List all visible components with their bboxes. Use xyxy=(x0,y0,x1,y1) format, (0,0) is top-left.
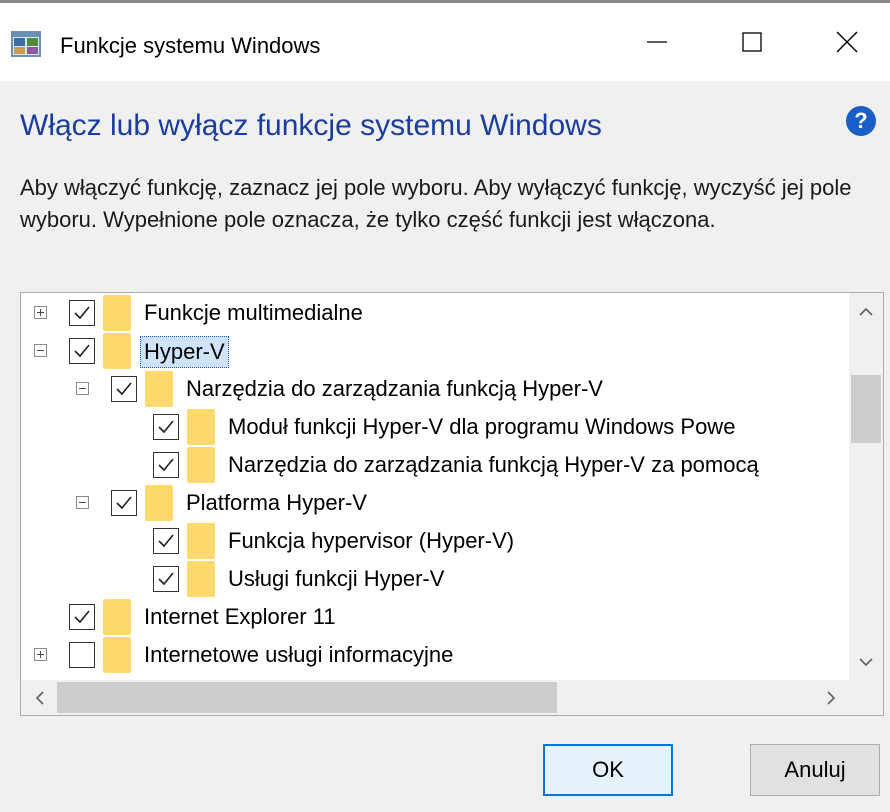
scroll-up-arrow-icon[interactable] xyxy=(849,293,883,329)
checkmark-icon xyxy=(116,382,132,396)
tree-item[interactable]: Internet Explorer 11 xyxy=(21,598,849,636)
collapse-minus-icon[interactable] xyxy=(76,382,89,395)
tree-item-label: Hyper-V xyxy=(140,336,229,368)
tree-item-label: Moduł funkcji Hyper-V dla programu Windo… xyxy=(228,414,736,439)
folder-icon xyxy=(187,409,215,445)
checkmark-icon xyxy=(158,420,174,434)
vertical-scroll-thumb[interactable] xyxy=(851,375,881,443)
checkmark-icon xyxy=(158,534,174,548)
folder-icon xyxy=(103,637,131,673)
folder-icon xyxy=(187,447,215,483)
tree-item[interactable]: Usługi funkcji Hyper-V xyxy=(21,560,849,598)
scroll-down-arrow-icon[interactable] xyxy=(849,644,883,680)
feature-checkbox[interactable] xyxy=(153,414,179,440)
folder-icon xyxy=(103,333,131,369)
feature-checkbox[interactable] xyxy=(153,452,179,478)
folder-icon xyxy=(103,295,131,331)
dialog-heading: Włącz lub wyłącz funkcje systemu Windows xyxy=(20,109,602,142)
minimize-icon xyxy=(647,41,667,43)
tree-item[interactable]: Funkcja hypervisor (Hyper-V) xyxy=(21,522,849,560)
folder-icon xyxy=(145,485,173,521)
minimize-button[interactable] xyxy=(612,3,702,81)
maximize-icon xyxy=(742,32,762,52)
folder-icon xyxy=(187,523,215,559)
collapse-minus-icon[interactable] xyxy=(76,496,89,509)
feature-checkbox[interactable] xyxy=(69,300,95,326)
tree-item[interactable]: Narzędzia do zarządzania funkcją Hyper-V xyxy=(21,370,849,408)
folder-icon xyxy=(187,561,215,597)
tree-item-label: Internet Explorer 11 xyxy=(144,604,336,629)
checkmark-icon xyxy=(158,458,174,472)
tree-item-label: Platforma Hyper-V xyxy=(186,490,367,515)
tree-item-label: Usługi funkcji Hyper-V xyxy=(228,566,445,591)
tree-item[interactable]: Funkcje multimedialne xyxy=(21,294,849,332)
vertical-scrollbar[interactable] xyxy=(849,293,883,680)
features-tree-panel: Funkcje multimedialne Hyper-V Narzędzia do… xyxy=(20,292,884,716)
tree-item[interactable]: Platforma Hyper-V xyxy=(21,484,849,522)
tree-item[interactable]: Moduł funkcji Hyper-V dla programu Windo… xyxy=(21,408,849,446)
scroll-right-arrow-icon[interactable] xyxy=(813,680,849,715)
checkmark-icon xyxy=(116,496,132,510)
windows-features-app-icon xyxy=(11,31,41,57)
ok-button[interactable]: OK xyxy=(543,744,673,796)
cancel-button[interactable]: Anuluj xyxy=(750,744,880,796)
tree-item-label: Narzędzia do zarządzania funkcją Hyper-V xyxy=(186,376,603,401)
horizontal-scrollbar[interactable] xyxy=(21,680,883,715)
feature-checkbox[interactable] xyxy=(111,490,137,516)
help-icon[interactable]: ? xyxy=(846,106,876,136)
feature-checkbox[interactable] xyxy=(153,528,179,554)
tree-item[interactable]: Internetowe usługi informacyjne xyxy=(21,636,849,674)
feature-checkbox[interactable] xyxy=(111,376,137,402)
close-button[interactable] xyxy=(802,3,890,81)
scrollbar-corner xyxy=(849,680,883,715)
collapse-minus-icon[interactable] xyxy=(34,344,47,357)
tree-item-label: Narzędzia do zarządzania funkcją Hyper-V… xyxy=(228,452,759,477)
folder-icon xyxy=(103,599,131,635)
feature-checkbox[interactable] xyxy=(69,338,95,364)
tree-item[interactable]: Hyper-V xyxy=(21,332,849,370)
maximize-button[interactable] xyxy=(707,3,797,81)
close-icon xyxy=(836,31,858,53)
tree-item[interactable]: Narzędzia do zarządzania funkcją Hyper-V… xyxy=(21,446,849,484)
feature-checkbox[interactable] xyxy=(69,642,95,668)
features-tree: Funkcje multimedialne Hyper-V Narzędzia do… xyxy=(21,293,849,680)
checkmark-icon xyxy=(158,572,174,586)
horizontal-scroll-thumb[interactable] xyxy=(57,682,557,713)
tree-item-label: Funkcja hypervisor (Hyper-V) xyxy=(228,528,515,553)
scroll-left-arrow-icon[interactable] xyxy=(21,680,57,715)
instructions-text: Aby włączyć funkcję, zaznacz jej pole wy… xyxy=(20,175,852,232)
feature-checkbox[interactable] xyxy=(69,604,95,630)
feature-checkbox[interactable] xyxy=(153,566,179,592)
tree-item-label: Funkcje multimedialne xyxy=(144,300,363,325)
checkmark-icon xyxy=(74,306,90,320)
checkmark-icon xyxy=(74,610,90,624)
expand-plus-icon[interactable] xyxy=(34,306,47,319)
title-bar[interactable]: Funkcje systemu Windows xyxy=(0,3,890,81)
expand-plus-icon[interactable] xyxy=(34,648,47,661)
tree-item-label: Internetowe usługi informacyjne xyxy=(144,642,454,667)
folder-icon xyxy=(145,371,173,407)
window-title: Funkcje systemu Windows xyxy=(60,33,321,58)
checkmark-icon xyxy=(74,344,90,358)
